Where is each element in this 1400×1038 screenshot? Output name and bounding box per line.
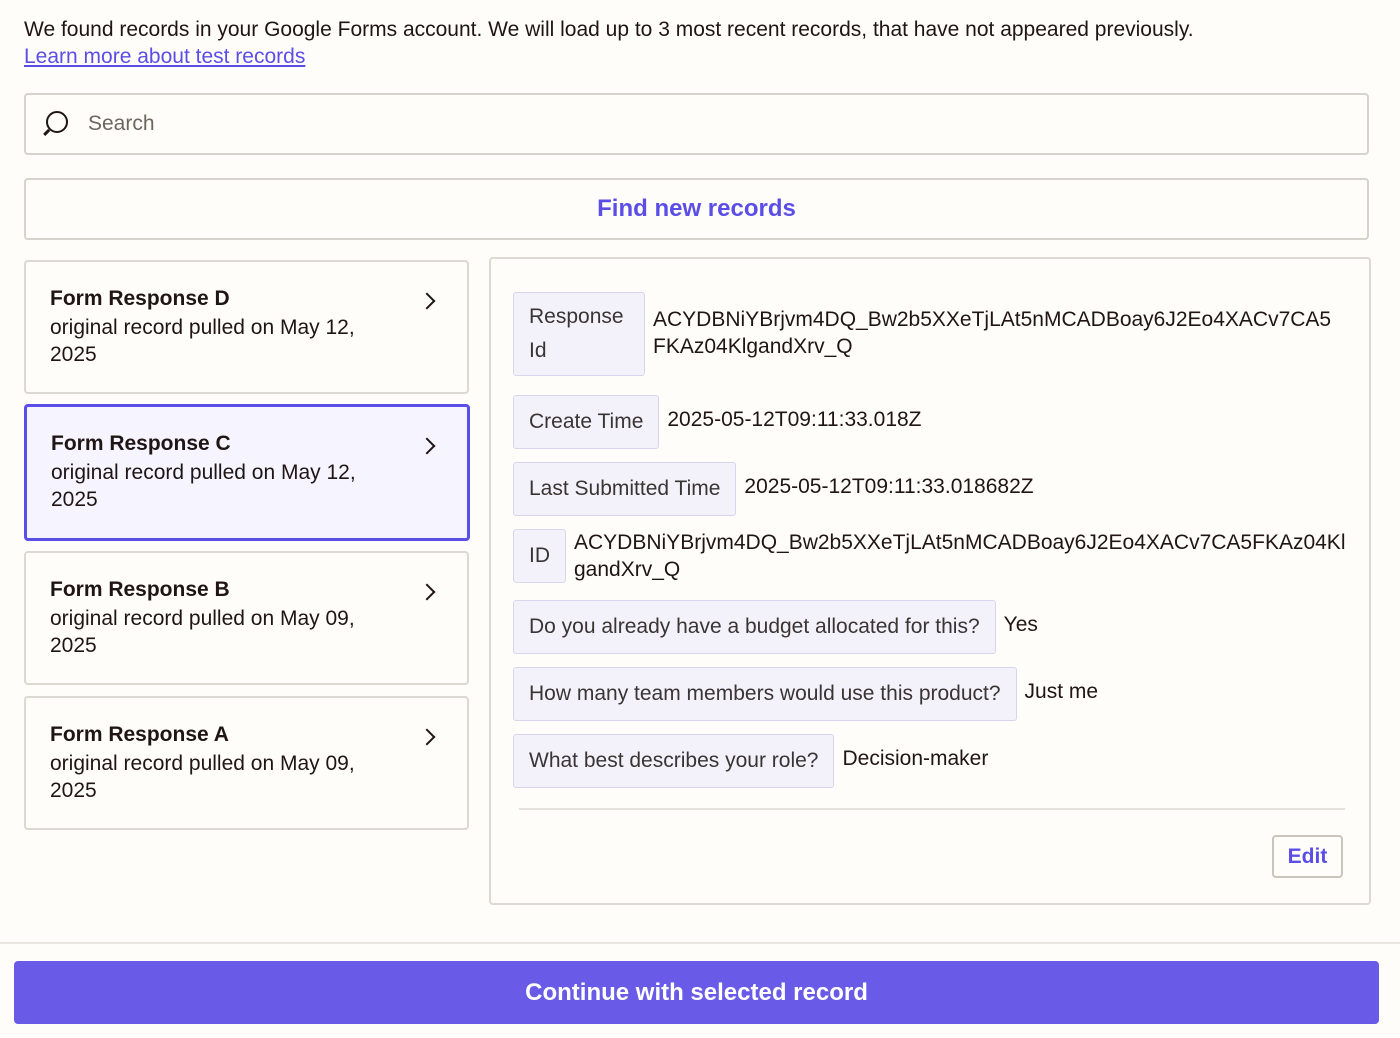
record-title: Form Response C [51, 432, 231, 455]
record-card-a[interactable]: Form Response A original record pulled o… [24, 696, 469, 830]
record-subtitle: original record pulled on May 12, 2025 [50, 316, 355, 366]
field-role: What best describes your role? Decision-… [513, 734, 988, 788]
field-create-time: Create Time 2025-05-12T09:11:33.018Z [513, 395, 922, 449]
footer-divider [0, 942, 1400, 944]
record-title: Form Response D [50, 287, 230, 310]
record-card-b[interactable]: Form Response B original record pulled o… [24, 551, 469, 685]
field-value: ACYDBNiYBrjvm4DQ_Bw2b5XXeTjLAt5nMCADBoay… [574, 531, 1346, 581]
record-subtitle: original record pulled on May 09, 2025 [50, 752, 355, 802]
field-label: ID [513, 529, 566, 583]
continue-button[interactable]: Continue with selected record [14, 961, 1379, 1024]
record-title: Form Response B [50, 578, 230, 601]
record-detail-panel: Response Id ACYDBNiYBrjvm4DQ_Bw2b5XXeTjL… [489, 257, 1371, 905]
record-subtitle: original record pulled on May 09, 2025 [50, 607, 355, 657]
field-budget: Do you already have a budget allocated f… [513, 600, 1038, 654]
record-subtitle: original record pulled on May 12, 2025 [51, 461, 356, 511]
record-card-c[interactable]: Form Response C original record pulled o… [24, 404, 470, 541]
search-icon [42, 109, 72, 139]
field-value: ACYDBNiYBrjvm4DQ_Bw2b5XXeTjLAt5nMCADBoay… [653, 308, 1332, 358]
find-new-records-button[interactable]: Find new records [24, 178, 1369, 240]
field-value: Yes [1003, 613, 1038, 636]
record-title: Form Response A [50, 723, 229, 746]
field-label: Do you already have a budget allocated f… [513, 600, 996, 654]
field-label: Create Time [513, 395, 660, 449]
field-value: 2025-05-12T09:11:33.018682Z [744, 475, 1034, 498]
field-last-submitted-time: Last Submitted Time 2025-05-12T09:11:33.… [513, 462, 1034, 516]
search-box[interactable] [24, 93, 1369, 155]
divider [519, 808, 1345, 810]
intro-text: We found records in your Google Forms ac… [24, 18, 1194, 41]
field-label: Response Id [513, 292, 645, 376]
field-value: 2025-05-12T09:11:33.018Z [667, 408, 922, 431]
field-response-id: Response Id ACYDBNiYBrjvm4DQ_Bw2b5XXeTjL… [513, 292, 1343, 376]
field-label: How many team members would use this pro… [513, 667, 1017, 721]
field-value: Decision-maker [842, 747, 989, 770]
field-team-members: How many team members would use this pro… [513, 667, 1098, 721]
field-label: What best describes your role? [513, 734, 835, 788]
edit-button[interactable]: Edit [1272, 835, 1343, 878]
intro-message: We found records in your Google Forms ac… [24, 16, 1374, 70]
search-input[interactable] [88, 112, 1288, 136]
field-label: Last Submitted Time [513, 462, 737, 516]
record-card-d[interactable]: Form Response D original record pulled o… [24, 260, 469, 394]
learn-more-link[interactable]: Learn more about test records [24, 45, 305, 68]
field-id: ID ACYDBNiYBrjvm4DQ_Bw2b5XXeTjLAt5nMCADB… [513, 529, 1349, 583]
field-value: Just me [1024, 680, 1099, 703]
